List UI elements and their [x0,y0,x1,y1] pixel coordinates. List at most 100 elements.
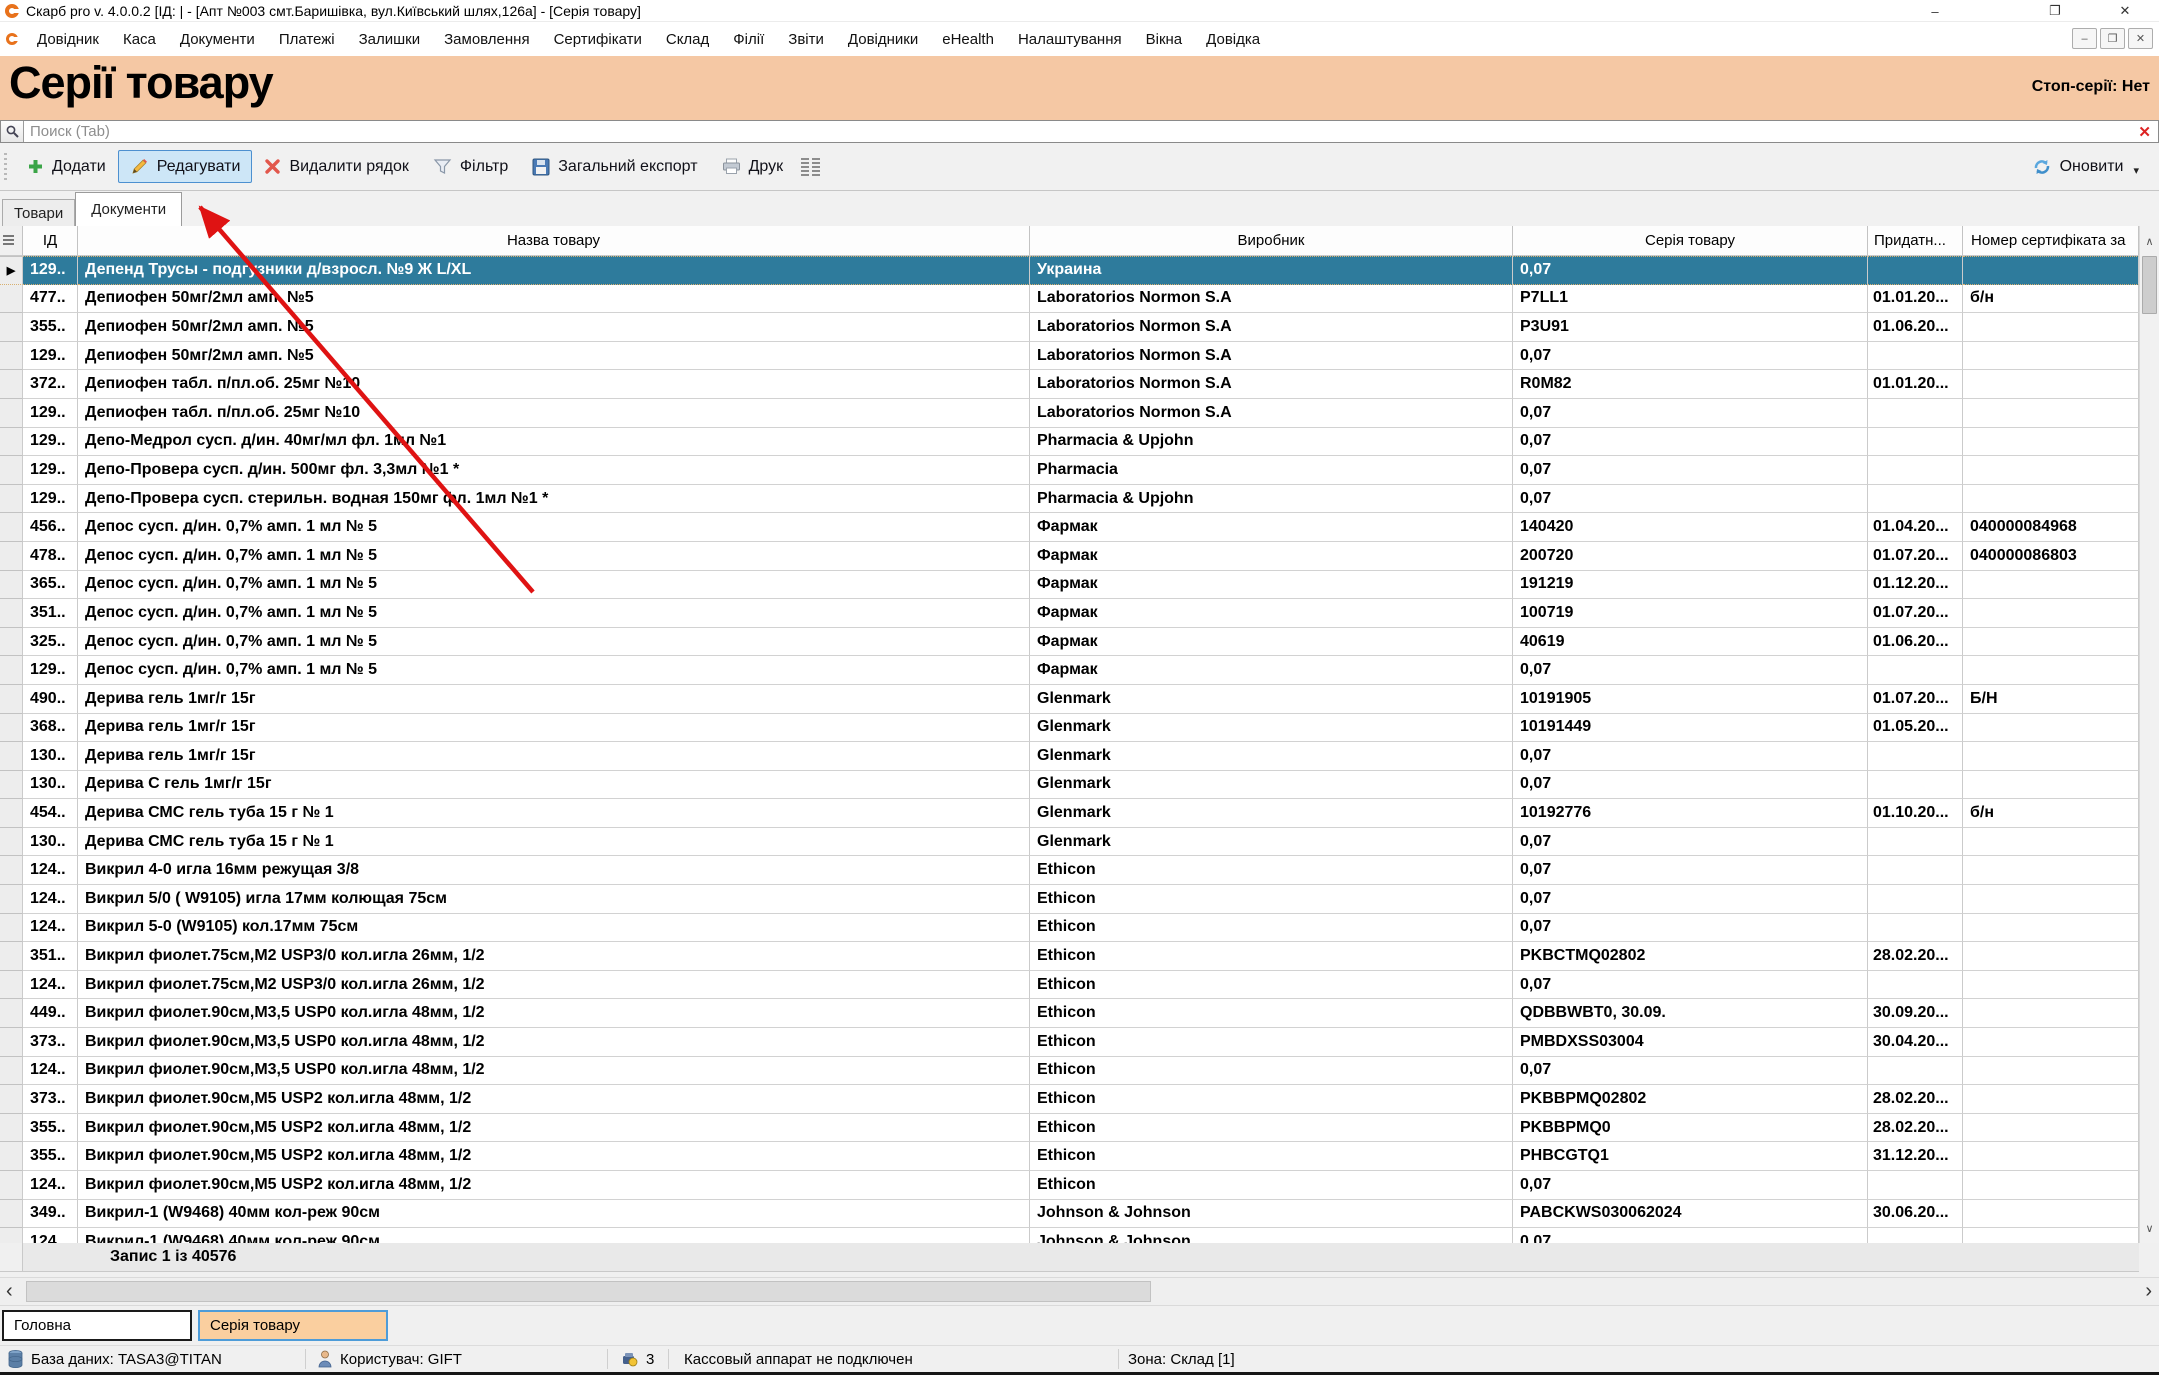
table-row[interactable]: 130..Дерива С гель 1мг/г 15гGlenmark0,07 [0,771,2139,800]
table-row[interactable]: ▶129..Депенд Трусы - подгузники д/взросл… [0,256,2139,285]
menu-item[interactable]: Довідники [836,31,930,48]
cell-valid [1868,742,1963,771]
menu-item[interactable]: eHealth [930,31,1006,48]
cell-producer: Ethicon [1030,1114,1513,1143]
column-header-certificate[interactable]: Номер сертифіката за [1963,226,2139,255]
table-row[interactable]: 372..Депиофен табл. п/пл.об. 25мг №10Lab… [0,370,2139,399]
scroll-right-icon[interactable]: › [2145,1278,2152,1305]
table-row[interactable]: 373..Викрил фиолет.90см,М3,5 USP0 кол.иг… [0,1028,2139,1057]
tab-tovary[interactable]: Товари [2,199,75,226]
table-row[interactable]: 129..Депос сусп. д/ин. 0,7% амп. 1 мл № … [0,656,2139,685]
horizontal-scrollbar[interactable]: ‹ › [0,1277,2159,1306]
column-list-icon[interactable] [801,158,820,176]
cell-cert: Б/Н [1963,685,2139,714]
table-row[interactable]: 355..Викрил фиолет.90см,М5 USP2 кол.игла… [0,1114,2139,1143]
delete-row-button[interactable]: Видалити рядок [252,151,420,183]
table-row[interactable]: 129..Депиофен 50мг/2мл амп. №5Laboratori… [0,342,2139,371]
bottom-tab-holovna[interactable]: Головна [2,1310,192,1341]
edit-button[interactable]: Редагувати [118,150,253,183]
table-row[interactable]: 124..Викрил фиолет.90см,М5 USP2 кол.игла… [0,1171,2139,1200]
minimize-button[interactable]: – [1920,0,1950,22]
export-button[interactable]: Загальний експорт [520,151,709,183]
cell-series: 0,07 [1513,771,1868,800]
toolbar-grip [4,153,7,181]
table-row[interactable]: 477..Депиофен 50мг/2мл амп. №5Laboratori… [0,285,2139,314]
vertical-scrollbar-thumb[interactable] [2142,256,2157,314]
menu-item[interactable]: Замовлення [432,31,541,48]
table-row[interactable]: 130..Дерива гель 1мг/г 15гGlenmark0,07 [0,742,2139,771]
menu-item[interactable]: Довідник [25,31,111,48]
column-header-validity[interactable]: Придатн... [1868,226,1963,255]
cell-series: 0,07 [1513,914,1868,943]
column-header-id[interactable]: ІД [23,226,78,255]
table-row[interactable]: 124..Викрил 4-0 игла 16мм режущая 3/8Eth… [0,856,2139,885]
scroll-left-icon[interactable]: ‹ [6,1278,13,1305]
table-row[interactable]: 124..Викрил 5/0 ( W9105) игла 17мм колющ… [0,885,2139,914]
table-row[interactable]: 124..Викрил 5-0 (W9105) кол.17мм 75смEth… [0,914,2139,943]
menu-item[interactable]: Залишки [347,31,433,48]
table-row[interactable]: 368..Дерива гель 1мг/г 15гGlenmark101914… [0,714,2139,743]
menu-item[interactable]: Сертифікати [542,31,654,48]
table-row[interactable]: 355..Викрил фиолет.90см,М5 USP2 кол.игла… [0,1142,2139,1171]
column-header-name[interactable]: Назва товару [78,226,1030,255]
horizontal-scrollbar-thumb[interactable] [26,1281,1151,1302]
menu-item[interactable]: Звіти [776,31,836,48]
refresh-dropdown-icon[interactable]: ▾ [2133,164,2139,177]
column-header-producer[interactable]: Виробник [1030,226,1513,255]
search-input[interactable] [24,123,2131,140]
restore-button[interactable]: ❐ [2040,0,2070,22]
table-row[interactable]: 478..Депос сусп. д/ин. 0,7% амп. 1 мл № … [0,542,2139,571]
vertical-scrollbar[interactable]: ∧ ∨ [2139,226,2159,1243]
cell-valid: 01.07.20... [1868,542,1963,571]
scroll-down-icon[interactable]: ∨ [2140,1215,2159,1241]
table-row[interactable]: 351..Викрил фиолет.75см,М2 USP3/0 кол.иг… [0,942,2139,971]
table-row[interactable]: 325..Депос сусп. д/ин. 0,7% амп. 1 мл № … [0,628,2139,657]
table-row[interactable]: 365..Депос сусп. д/ин. 0,7% амп. 1 мл № … [0,571,2139,600]
tab-dokumenty[interactable]: Документи [75,192,182,226]
menu-item[interactable]: Налаштування [1006,31,1134,48]
cell-name: Депиофен 50мг/2мл амп. №5 [78,313,1030,342]
table-row[interactable]: 129..Депо-Медрол сусп. д/ин. 40мг/мл фл.… [0,428,2139,457]
mdi-restore-button[interactable]: ❐ [2100,28,2125,49]
cell-name: Депиофен 50мг/2мл амп. №5 [78,342,1030,371]
window-title: Скарб pro v. 4.0.0.2 [ІД: | - [Апт №003 … [26,3,641,19]
table-row[interactable]: 349..Викрил-1 (W9468) 40мм кол-реж 90смJ… [0,1200,2139,1229]
table-row[interactable]: 449..Викрил фиолет.90см,М3,5 USP0 кол.иг… [0,999,2139,1028]
table-row[interactable]: 454..Дерива СМС гель туба 15 г № 1Glenma… [0,799,2139,828]
menu-item[interactable]: Платежі [267,31,347,48]
table-row[interactable]: 373..Викрил фиолет.90см,М5 USP2 кол.игла… [0,1085,2139,1114]
bottom-tab-seriya-tovaru[interactable]: Серія товару [198,1310,388,1341]
close-button[interactable]: ✕ [2110,0,2140,22]
title-bar: Скарб pro v. 4.0.0.2 [ІД: | - [Апт №003 … [0,0,2159,22]
cell-series: PKBBPMQ02802 [1513,1085,1868,1114]
table-row[interactable]: 129..Депиофен табл. п/пл.об. 25мг №10Lab… [0,399,2139,428]
table-row[interactable]: 351..Депос сусп. д/ин. 0,7% амп. 1 мл № … [0,599,2139,628]
table-row[interactable]: 129..Депо-Провера сусп. стерильн. водная… [0,485,2139,514]
mdi-minimize-button[interactable]: – [2072,28,2097,49]
menu-item[interactable]: Вікна [1134,31,1195,48]
stop-series-status: Стоп-серії: Нет [2032,78,2150,96]
print-button[interactable]: Друк [710,151,796,183]
row-selector-header[interactable] [0,226,23,255]
table-row[interactable]: 130..Дерива СМС гель туба 15 г № 1Glenma… [0,828,2139,857]
table-row[interactable]: 124..Викрил-1 (W9468) 40мм кол-реж 90смJ… [0,1228,2139,1243]
mdi-close-button[interactable]: ✕ [2128,28,2153,49]
row-selector [0,656,23,685]
menu-item[interactable]: Документи [168,31,267,48]
table-row[interactable]: 355..Депиофен 50мг/2мл амп. №5Laboratori… [0,313,2139,342]
menu-item[interactable]: Філії [721,31,776,48]
scroll-up-icon[interactable]: ∧ [2140,228,2159,254]
table-row[interactable]: 456..Депос сусп. д/ин. 0,7% амп. 1 мл № … [0,513,2139,542]
table-row[interactable]: 129..Депо-Провера сусп. д/ин. 500мг фл. … [0,456,2139,485]
table-row[interactable]: 124..Викрил фиолет.75см,М2 USP3/0 кол.иг… [0,971,2139,1000]
menu-item[interactable]: Довідка [1194,31,1272,48]
clear-search-icon[interactable]: ✕ [2131,123,2158,141]
table-row[interactable]: 490..Дерива гель 1мг/г 15гGlenmark101919… [0,685,2139,714]
table-row[interactable]: 124..Викрил фиолет.90см,М3,5 USP0 кол.иг… [0,1057,2139,1086]
column-header-series[interactable]: Серія товару [1513,226,1868,255]
add-button[interactable]: Додати [15,151,118,183]
menu-item[interactable]: Каса [111,31,168,48]
menu-item[interactable]: Склад [654,31,721,48]
filter-button[interactable]: Фільтр [421,151,520,183]
refresh-button[interactable]: Оновити ▾ [2020,149,2151,184]
